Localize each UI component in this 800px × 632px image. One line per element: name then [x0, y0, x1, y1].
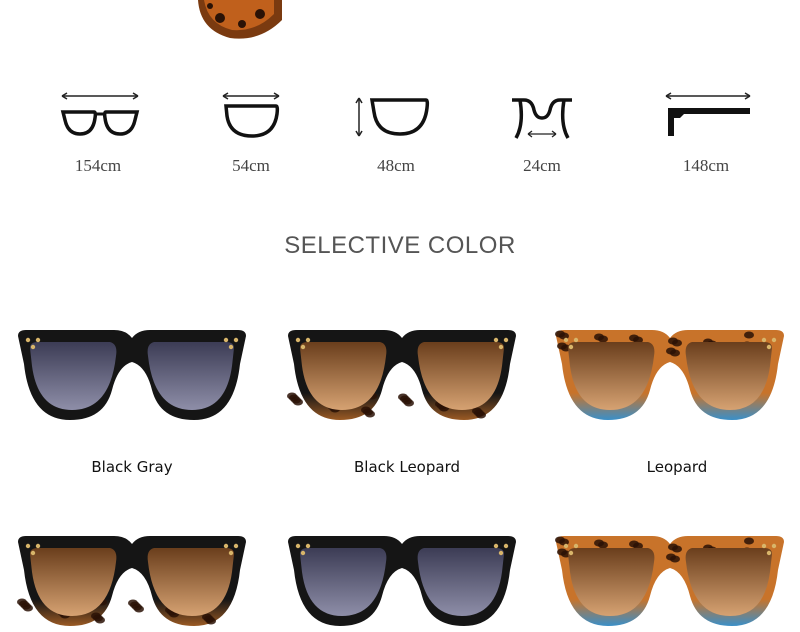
sunglasses-image — [18, 330, 246, 420]
product-black-leopard[interactable] — [284, 326, 520, 426]
color-label-leopard: Leopard — [646, 458, 708, 476]
glasses-front-icon — [60, 92, 140, 136]
bridge-width-value: 24cm — [523, 156, 561, 175]
product-black-gray[interactable] — [14, 326, 250, 426]
lens-width-icon — [222, 92, 280, 138]
sunglasses-image — [17, 536, 246, 626]
sunglasses-image — [555, 330, 784, 420]
color-label-black-leopard: Black Leopard — [354, 458, 460, 476]
product-image-top-crop — [198, 0, 282, 39]
color-label-black-gray: Black Gray — [91, 458, 173, 476]
temple-length-value: 148cm — [682, 156, 730, 175]
sunglasses-image — [288, 536, 516, 626]
lens-height-icon — [355, 97, 430, 137]
product-row2-2[interactable] — [284, 532, 520, 632]
lens-width-value: 54cm — [232, 156, 270, 175]
section-title: SELECTIVE COLOR — [284, 232, 516, 259]
bridge-icon — [512, 98, 572, 139]
total-width-value: 154cm — [74, 156, 122, 175]
lens-height-value: 48cm — [377, 156, 415, 175]
product-row2-3[interactable] — [552, 532, 788, 632]
product-leopard[interactable] — [552, 326, 788, 426]
product-row2-1[interactable] — [14, 532, 250, 632]
temple-side-icon — [665, 92, 751, 136]
sunglasses-image — [555, 536, 784, 626]
sunglasses-image — [287, 330, 516, 420]
